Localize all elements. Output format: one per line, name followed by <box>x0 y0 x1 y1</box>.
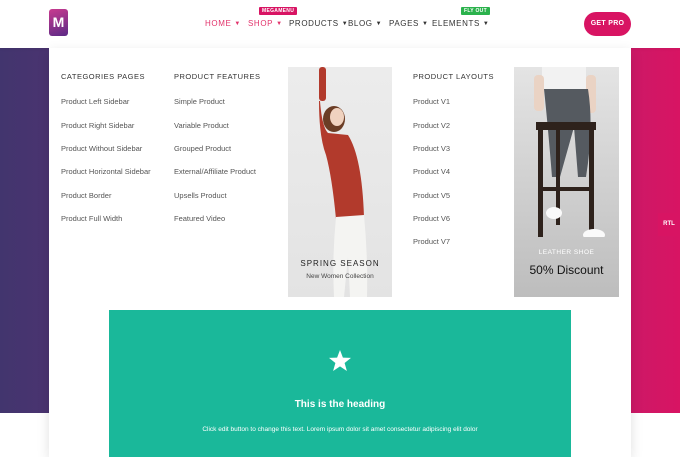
box-heading: This is the heading <box>294 399 386 410</box>
chevron-down-icon: ▼ <box>482 21 490 27</box>
badge-megamenu: MEGAMENU <box>259 7 298 15</box>
site-header: M MEGAMENU FLY OUT HOME ▼ SHOP ▼ PRODUCTS ▼… <box>0 0 680 48</box>
rtl-toggle-button[interactable]: RTL <box>658 213 680 236</box>
nav-item-label: ELEMENTS <box>432 19 480 28</box>
menu-link[interactable]: Product Without Sidebar <box>61 144 142 153</box>
menu-link[interactable]: Product V1 <box>413 97 450 106</box>
nav-item-label: HOME <box>205 19 232 28</box>
menu-link[interactable]: Product Full Width <box>61 214 122 223</box>
menu-link[interactable]: Grouped Product <box>174 144 231 153</box>
chevron-down-icon: ▼ <box>421 21 429 27</box>
nav-item-pages[interactable]: PAGES ▼ <box>389 19 429 28</box>
promo-spring-season[interactable]: SPRING SEASON New Women Collection <box>288 67 392 297</box>
promo-title: SPRING SEASON <box>300 259 380 268</box>
model-stool-illustration <box>534 67 605 237</box>
chevron-down-icon: ▼ <box>375 21 383 27</box>
menu-link[interactable]: Product Left Sidebar <box>61 97 129 106</box>
promo-subtitle: LEATHER SHOE <box>538 249 595 256</box>
get-pro-button[interactable]: GET PRO <box>584 12 631 36</box>
star-icon <box>329 350 351 371</box>
menu-link[interactable]: External/Affiliate Product <box>174 167 256 176</box>
menu-link[interactable]: Product Horizontal Sidebar <box>61 167 151 176</box>
menu-link[interactable]: Featured Video <box>174 214 225 223</box>
promo-subtitle: New Women Collection <box>306 273 374 280</box>
shop-megamenu: CATEGORIES PAGES Product Left Sidebar Pr… <box>49 48 631 457</box>
nav-item-shop[interactable]: SHOP ▼ <box>248 19 283 28</box>
menu-link[interactable]: Product Right Sidebar <box>61 121 134 130</box>
chevron-down-icon: ▼ <box>276 21 283 27</box>
badge-flyout: FLY OUT <box>461 7 490 15</box>
menu-link[interactable]: Product V7 <box>413 237 450 246</box>
menu-link[interactable]: Product V3 <box>413 144 450 153</box>
menu-link[interactable]: Simple Product <box>174 97 225 106</box>
menu-link[interactable]: Variable Product <box>174 121 229 130</box>
menu-link[interactable]: Product V6 <box>413 214 450 223</box>
menu-link[interactable]: Product V5 <box>413 191 450 200</box>
menu-link[interactable]: Upsells Product <box>174 191 227 200</box>
promo-title: 50% Discount <box>529 263 604 277</box>
promo-leather-shoe[interactable]: LEATHER SHOE 50% Discount <box>514 67 619 297</box>
column-title-layouts: PRODUCT LAYOUTS <box>413 72 494 81</box>
nav-item-home[interactable]: HOME ▼ <box>205 19 241 28</box>
nav-item-products[interactable]: PRODUCTS ▼ <box>289 19 348 28</box>
nav-item-label: PRODUCTS <box>289 19 339 28</box>
featured-box: This is the heading Click edit button to… <box>109 310 571 457</box>
nav-item-label: BLOG <box>348 19 373 28</box>
menu-link[interactable]: Product Border <box>61 191 111 200</box>
site-logo[interactable]: M <box>49 9 68 36</box>
menu-link[interactable]: Product V4 <box>413 167 450 176</box>
nav-item-elements[interactable]: ELEMENTS ▼ <box>432 19 489 28</box>
nav-item-label: SHOP <box>248 19 274 28</box>
menu-link[interactable]: Product V2 <box>413 121 450 130</box>
chevron-down-icon: ▼ <box>234 21 241 27</box>
nav-item-blog[interactable]: BLOG ▼ <box>348 19 382 28</box>
box-text: Click edit button to change this text. L… <box>202 426 478 433</box>
column-title-features: PRODUCT FEATURES <box>174 72 261 81</box>
nav-item-label: PAGES <box>389 19 419 28</box>
column-title-categories: CATEGORIES PAGES <box>61 72 145 81</box>
